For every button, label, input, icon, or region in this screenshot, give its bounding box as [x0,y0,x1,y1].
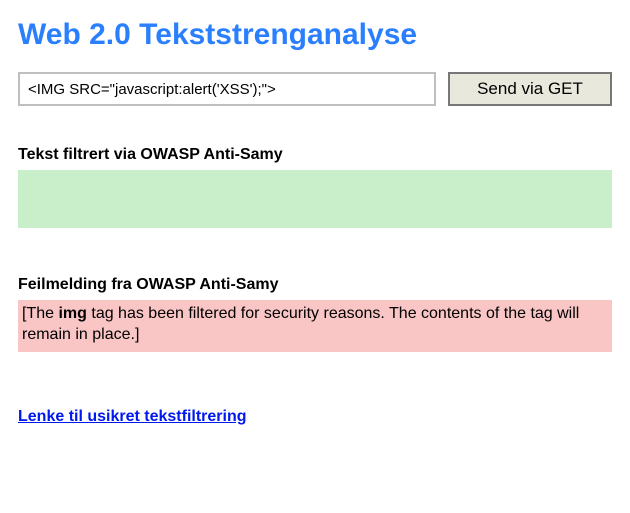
filtered-label: Tekst filtrert via OWASP Anti-Samy [18,146,612,164]
submit-button[interactable]: Send via GET [448,72,612,106]
unsecured-filter-link[interactable]: Lenke til usikret tekstfiltrering [18,408,247,425]
error-label: Feilmelding fra OWASP Anti-Samy [18,276,612,294]
error-tagname: img [58,305,86,322]
page-title: Web 2.0 Tekststrenganalyse [18,18,612,52]
error-prefix: [The [22,305,58,322]
error-suffix: tag has been filtered for security reaso… [22,305,579,343]
filtered-output [18,170,612,228]
input-form: Send via GET [18,72,612,106]
error-output: [The img tag has been filtered for secur… [18,300,612,352]
text-input[interactable] [18,72,436,106]
